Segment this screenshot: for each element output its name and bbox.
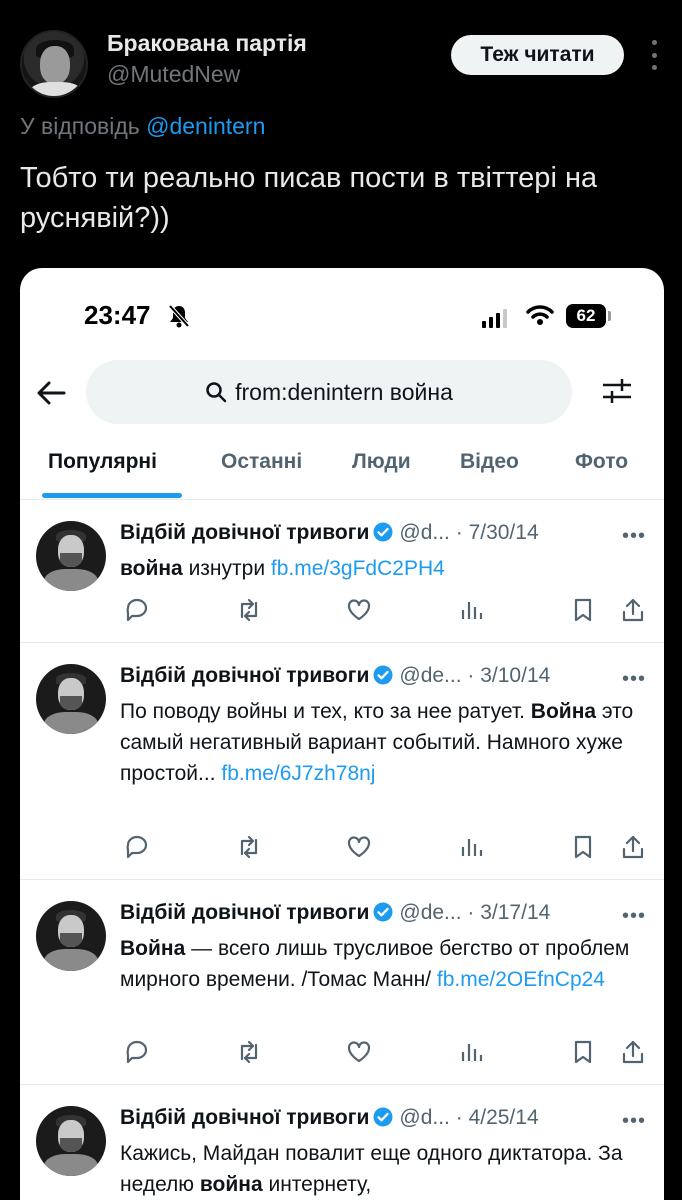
tweet-text: Кажись, Майдан повалит еще одного диктат… [120,1142,623,1196]
like-icon[interactable] [346,597,372,623]
like-icon[interactable] [346,834,372,860]
tweet-header: Відбій довічної тривоги @d... · 4/25/14 [120,1106,539,1129]
tweet-text: Война — всего лишь трусливое бегство от … [120,937,630,991]
reply-prefix: У відповідь [20,113,140,139]
bookmark-icon[interactable] [570,834,596,860]
like-icon[interactable] [346,1039,372,1065]
active-tab-indicator [42,493,182,498]
tweet-link[interactable]: fb.me/6J7zh78nj [221,762,375,785]
search-icon [206,382,227,403]
tweet-date[interactable]: 3/10/14 [480,664,550,687]
tweet-item[interactable]: Відбій довічної тривоги @de... · 3/17/14 … [20,881,664,1085]
tweet-avatar[interactable] [36,1106,106,1176]
views-icon[interactable] [458,597,484,623]
tweet-item[interactable]: Відбій довічної тривоги @d... · 4/25/14 •… [20,1086,664,1200]
tweet-actions [120,597,648,627]
reply-icon[interactable] [124,597,150,623]
tweet-author-name[interactable]: Відбій довічної тривоги [120,1106,369,1129]
tweet-header: Відбій довічної тривоги @de... · 3/17/14 [120,901,551,924]
battery-tip [608,311,611,321]
retweet-icon[interactable] [236,834,262,860]
attached-screenshot[interactable]: 23:47 62 from:denintern война Популярні … [20,268,664,1200]
bookmark-icon[interactable] [570,597,596,623]
follow-button[interactable]: Теж читати [451,35,624,75]
bell-muted-icon [168,304,190,328]
tweet-text: война изнутри fb.me/3gFdC2PH4 [120,557,445,580]
tweet-text: По поводу войны и тех, кто за нее ратует… [120,700,634,785]
tweet-author-name[interactable]: Відбій довічної тривоги [120,521,369,544]
author-name[interactable]: Бракована партія [107,30,307,57]
search-input[interactable]: from:denintern война [86,360,572,424]
tweet-more-icon[interactable]: ••• [622,905,646,928]
tweet-more-icon[interactable]: ••• [622,525,646,548]
tweet-author-handle[interactable]: @de... [399,901,461,924]
reply-mention-link[interactable]: @denintern [146,113,265,139]
author-avatar[interactable] [20,30,88,98]
retweet-icon[interactable] [236,1039,262,1065]
author-handle[interactable]: @MutedNew [107,61,240,88]
tab-popular[interactable]: Популярні [48,450,157,474]
tweet-more-icon[interactable]: ••• [622,668,646,691]
battery-indicator: 62 [566,304,606,328]
tab-latest[interactable]: Останні [221,450,302,474]
tweet-link[interactable]: fb.me/2OEfnCp24 [437,968,605,991]
tweet-avatar[interactable] [36,521,106,591]
tweet-item[interactable]: Відбій довічної тривоги @de... · 3/10/14 … [20,644,664,880]
reply-icon[interactable] [124,834,150,860]
wifi-icon [526,305,554,325]
retweet-icon[interactable] [236,597,262,623]
reply-context: У відповідь @denintern [20,113,265,140]
reply-icon[interactable] [124,1039,150,1065]
tweet-date[interactable]: 4/25/14 [469,1106,539,1129]
back-arrow-icon[interactable] [34,376,68,410]
tweet-date[interactable]: 7/30/14 [469,521,539,544]
signal-icon [482,309,507,328]
tweet-header: Відбій довічної тривоги @d... · 7/30/14 [120,521,539,544]
tweet-link[interactable]: fb.me/3gFdC2PH4 [271,557,445,580]
tweet-header: Відбій довічної тривоги @de... · 3/10/14 [120,664,551,687]
share-icon[interactable] [620,1039,646,1065]
tweet-date[interactable]: 3/17/14 [480,901,550,924]
tweet-more-icon[interactable]: ••• [622,1110,646,1133]
tweet-avatar[interactable] [36,901,106,971]
tweet-item[interactable]: Відбій довічної тривоги @d... · 7/30/14 •… [20,501,664,643]
tweet-author-handle[interactable]: @de... [399,664,461,687]
tab-people[interactable]: Люди [352,450,411,474]
verified-badge-icon [373,522,393,542]
share-icon[interactable] [620,597,646,623]
post-text: Тобто ти реально писав пости в твіттері … [20,162,598,234]
search-query: from:denintern война [235,378,453,405]
tweet-actions [120,1039,648,1069]
tweet-author-handle[interactable]: @d... [399,1106,450,1129]
views-icon[interactable] [458,834,484,860]
share-icon[interactable] [620,834,646,860]
views-icon[interactable] [458,1039,484,1065]
more-options-icon[interactable] [644,40,664,70]
verified-badge-icon [373,902,393,922]
verified-badge-icon [373,1107,393,1127]
outer-post: Бракована партія @MutedNew Теж читати У … [0,0,682,1200]
search-tabs: Популярні Останні Люди Відео Фото [20,436,664,500]
bookmark-icon[interactable] [570,1039,596,1065]
tweet-actions [120,834,648,864]
verified-badge-icon [373,665,393,685]
tweet-avatar[interactable] [36,664,106,734]
tweet-author-name[interactable]: Відбій довічної тривоги [120,901,369,924]
tab-video[interactable]: Відео [460,450,519,474]
tweet-author-name[interactable]: Відбій довічної тривоги [120,664,369,687]
tweet-author-handle[interactable]: @d... [399,521,450,544]
filter-settings-icon[interactable] [600,374,634,408]
tab-photo[interactable]: Фото [575,450,628,474]
status-time: 23:47 [84,300,151,330]
